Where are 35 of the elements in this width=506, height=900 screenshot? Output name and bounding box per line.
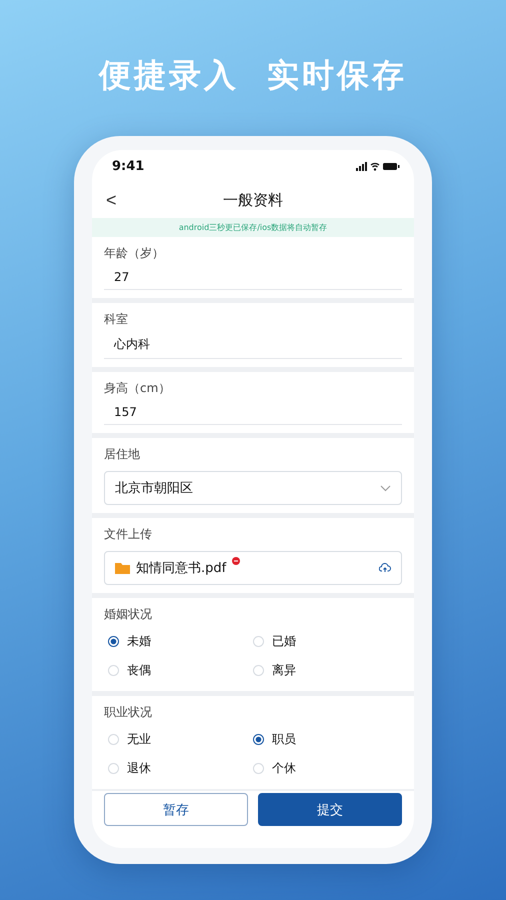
field-label: 年龄（岁） [104, 245, 165, 262]
input-field[interactable]: 心内科 [104, 336, 402, 359]
option-label: 未婚 [127, 633, 151, 650]
radio-button[interactable] [253, 734, 264, 745]
option-label: 丧偶 [127, 662, 151, 679]
option-label: 无业 [127, 731, 151, 748]
headline: 便捷录入 实时保存 [98, 55, 408, 96]
back-button[interactable]: < [100, 188, 123, 213]
status-icons-drawing [356, 161, 400, 171]
input-field[interactable]: 27 [104, 270, 402, 290]
file-name: 知情同意书.pdf [136, 560, 226, 577]
option-label: 已婚 [272, 633, 296, 650]
status-time: 9:41 [112, 158, 144, 174]
option-label: 离异 [272, 662, 296, 679]
field-label: 身高（cm） [104, 380, 172, 397]
upload-cloud-icon[interactable] [379, 563, 391, 573]
page-title: 一般资料 [223, 190, 283, 210]
input-field[interactable]: 157 [104, 405, 402, 425]
save-draft-button[interactable]: 暂存 [104, 793, 248, 826]
autosave-notice: android三秒更已保存/ios数据将自动暂存 [92, 218, 414, 237]
submit-button[interactable]: 提交 [258, 793, 402, 826]
upload-field[interactable]: 知情同意书.pdf [104, 551, 402, 585]
field-label: 婚姻状况 [104, 606, 153, 623]
option-label: 职员 [272, 731, 296, 748]
option-label: 个休 [272, 760, 296, 777]
chevron-down-icon [380, 484, 391, 492]
field-label: 居住地 [104, 446, 141, 463]
radio-button[interactable] [108, 636, 119, 647]
remove-icon[interactable] [232, 557, 240, 565]
select-field[interactable]: 北京市朝阳区 [104, 471, 402, 505]
field-label: 文件上传 [104, 526, 153, 543]
option-label: 退休 [127, 760, 151, 777]
field-label: 职业状况 [104, 704, 153, 721]
folder-icon [115, 562, 130, 574]
field-label: 科室 [104, 311, 129, 328]
